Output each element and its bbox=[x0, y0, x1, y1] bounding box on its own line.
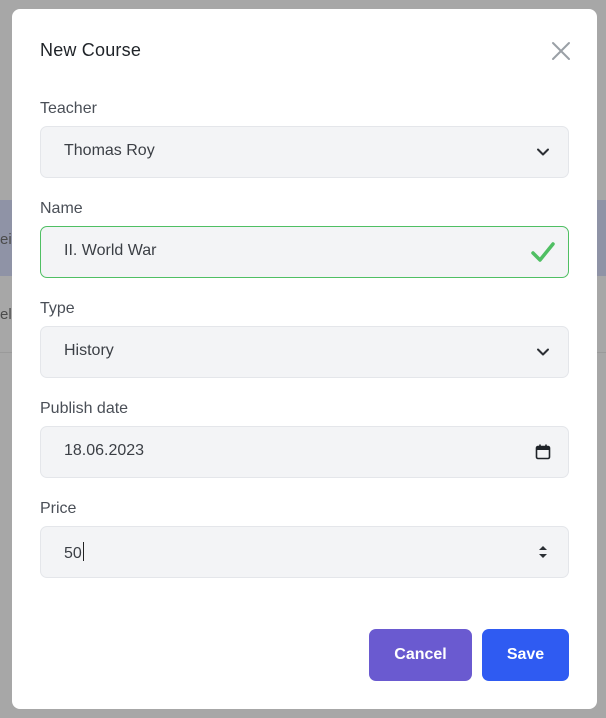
type-select-value: History bbox=[64, 342, 114, 359]
price-value: 50 bbox=[64, 545, 82, 562]
teacher-label: Teacher bbox=[40, 100, 97, 117]
save-button[interactable]: Save bbox=[482, 629, 569, 681]
type-select[interactable]: History bbox=[40, 326, 569, 378]
publish-date-input[interactable]: 18.06.2023 bbox=[40, 426, 569, 478]
text-cursor bbox=[82, 542, 84, 561]
background-text-fragment: el bbox=[0, 306, 12, 323]
dialog-title: New Course bbox=[40, 40, 142, 60]
teacher-select-value: Thomas Roy bbox=[64, 142, 155, 159]
publish-date-label: Publish date bbox=[40, 400, 129, 417]
check-icon bbox=[531, 242, 555, 262]
calendar-icon[interactable] bbox=[534, 443, 552, 461]
chevron-down-icon bbox=[537, 148, 549, 156]
name-input[interactable]: II. World War bbox=[40, 226, 569, 278]
name-input-value: II. World War bbox=[64, 242, 157, 259]
cancel-button[interactable]: Cancel bbox=[369, 629, 472, 681]
price-input[interactable]: 50 bbox=[40, 526, 569, 578]
price-input-text: 50 bbox=[64, 542, 84, 563]
publish-date-value: 18.06.2023 bbox=[64, 442, 145, 459]
price-label: Price bbox=[40, 500, 77, 517]
type-label: Type bbox=[40, 300, 75, 317]
new-course-dialog: New Course Teacher Thomas Roy Name II. W… bbox=[12, 9, 597, 709]
close-icon bbox=[552, 42, 570, 60]
name-label: Name bbox=[40, 200, 83, 217]
chevron-down-icon bbox=[537, 348, 549, 356]
number-stepper-icon[interactable] bbox=[534, 543, 552, 561]
close-button[interactable] bbox=[550, 40, 572, 62]
teacher-select[interactable]: Thomas Roy bbox=[40, 126, 569, 178]
